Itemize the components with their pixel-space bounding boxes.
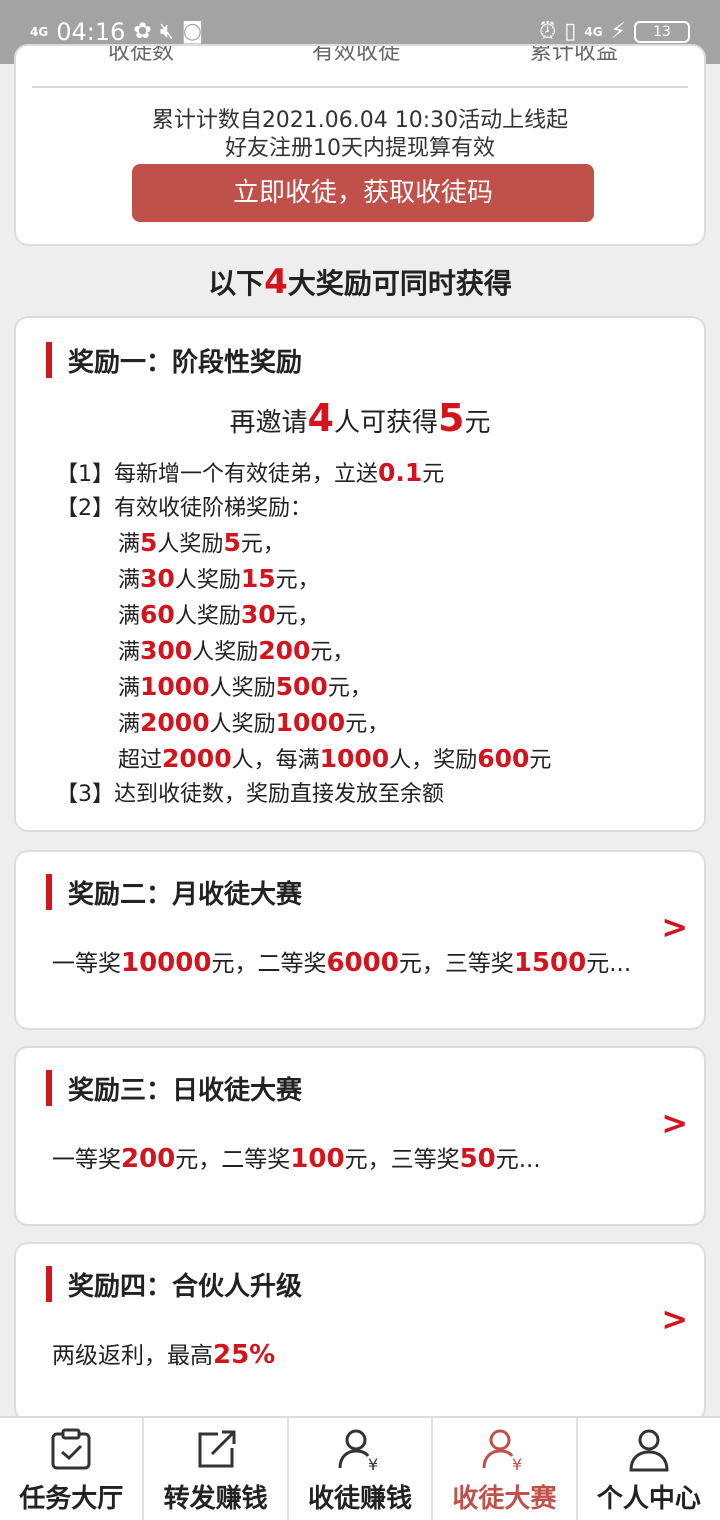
nav-share-earn[interactable]: 转发赚钱 bbox=[144, 1418, 289, 1520]
title-accent-bar bbox=[46, 1266, 52, 1302]
rewards-headline: 以下4大奖励可同时获得 bbox=[208, 262, 512, 302]
tier-row: 满2000人奖励1000元， bbox=[118, 708, 390, 737]
card-title: 奖励四：合伙人升级 bbox=[68, 1272, 303, 1302]
bottom-nav: 任务大厅 转发赚钱 ¥ 收徒赚钱 ¥ 收徒大赛 个人中心 bbox=[0, 1416, 720, 1520]
invite-progress: 再邀请4人可获得5元 bbox=[229, 396, 491, 440]
nav-recruit-earn[interactable]: ¥ 收徒赚钱 bbox=[289, 1418, 434, 1520]
prize-summary: 一等奖10000元，二等奖6000元，三等奖1500元... bbox=[52, 948, 632, 978]
svg-text:¥: ¥ bbox=[368, 1455, 378, 1474]
svg-text:¥: ¥ bbox=[512, 1455, 522, 1474]
tier-row: 满5人奖励5元， bbox=[118, 528, 285, 557]
network-indicator: 4G bbox=[30, 25, 49, 39]
nav-recruit-contest[interactable]: ¥ 收徒大赛 bbox=[433, 1418, 578, 1520]
profile-icon bbox=[629, 1429, 669, 1472]
tier-row-over: 超过2000人，每满1000人，奖励600元 bbox=[118, 744, 552, 773]
network-indicator-right: 4G bbox=[584, 25, 603, 39]
reward-card-stage: 奖励一：阶段性奖励 再邀请4人可获得5元 【1】每新增一个有效徒弟，立送0.1元… bbox=[14, 316, 706, 832]
prize-summary: 一等奖200元，二等奖100元，三等奖50元... bbox=[52, 1144, 541, 1174]
title-accent-bar bbox=[46, 342, 52, 378]
stats-card: 收徒数 有效收徒 累计收益 累计计数自2021.06.04 10:30活动上线起… bbox=[14, 44, 706, 246]
chevron-right-icon[interactable]: > bbox=[661, 1104, 688, 1142]
rule-3: 【3】达到收徒数，奖励直接发放至余额 bbox=[56, 782, 444, 807]
reward-card-daily[interactable]: 奖励三：日收徒大赛 一等奖200元，二等奖100元，三等奖50元... > bbox=[14, 1046, 706, 1226]
recruit-contest-icon: ¥ bbox=[482, 1429, 523, 1474]
reward-rules: 【1】每新增一个有效徒弟，立送0.1元 【2】有效收徒阶梯奖励： 满5人奖励5元… bbox=[56, 456, 551, 812]
chevron-right-icon[interactable]: > bbox=[661, 1300, 688, 1338]
stats-tabs: 收徒数 有效收徒 累计收益 bbox=[16, 46, 704, 86]
get-invite-code-button[interactable]: 立即收徒，获取收徒码 bbox=[132, 164, 594, 222]
tier-row: 满300人奖励200元， bbox=[118, 636, 355, 665]
tier-row: 满60人奖励30元， bbox=[118, 600, 320, 629]
rule-1: 【1】每新增一个有效徒弟，立送0.1元 bbox=[56, 458, 445, 487]
divider bbox=[32, 86, 688, 88]
card-title: 奖励一：阶段性奖励 bbox=[68, 348, 303, 378]
task-hall-icon bbox=[51, 1428, 91, 1470]
stat-label: 收徒数 bbox=[108, 44, 175, 65]
nav-profile[interactable]: 个人中心 bbox=[578, 1418, 720, 1520]
card-title: 奖励三：日收徒大赛 bbox=[68, 1076, 303, 1106]
title-accent-bar bbox=[46, 1070, 52, 1106]
stat-label: 累计收益 bbox=[530, 44, 619, 65]
tier-row: 满1000人奖励500元， bbox=[118, 672, 372, 701]
reward-count: 4 bbox=[264, 262, 288, 302]
chevron-right-icon[interactable]: > bbox=[661, 908, 688, 946]
recruit-money-icon: ¥ bbox=[338, 1429, 378, 1474]
reward-card-monthly[interactable]: 奖励二：月收徒大赛 一等奖10000元，二等奖6000元，三等奖1500元...… bbox=[14, 850, 706, 1030]
share-icon bbox=[198, 1430, 236, 1468]
reward-card-partner[interactable]: 奖励四：合伙人升级 两级返利，最高25% > bbox=[14, 1242, 706, 1422]
stat-label: 有效收徒 bbox=[312, 44, 401, 65]
nav-task-hall[interactable]: 任务大厅 bbox=[0, 1418, 145, 1520]
battery-icon: 13 bbox=[634, 21, 690, 43]
tier-row: 满30人奖励15元， bbox=[118, 564, 320, 593]
card-title: 奖励二：月收徒大赛 bbox=[68, 880, 303, 910]
title-accent-bar bbox=[46, 874, 52, 910]
validity-info: 好友注册10天内提现算有效 bbox=[225, 136, 495, 161]
rebate-summary: 两级返利，最高25% bbox=[52, 1340, 276, 1370]
rule-2: 【2】有效收徒阶梯奖励： bbox=[56, 496, 312, 521]
